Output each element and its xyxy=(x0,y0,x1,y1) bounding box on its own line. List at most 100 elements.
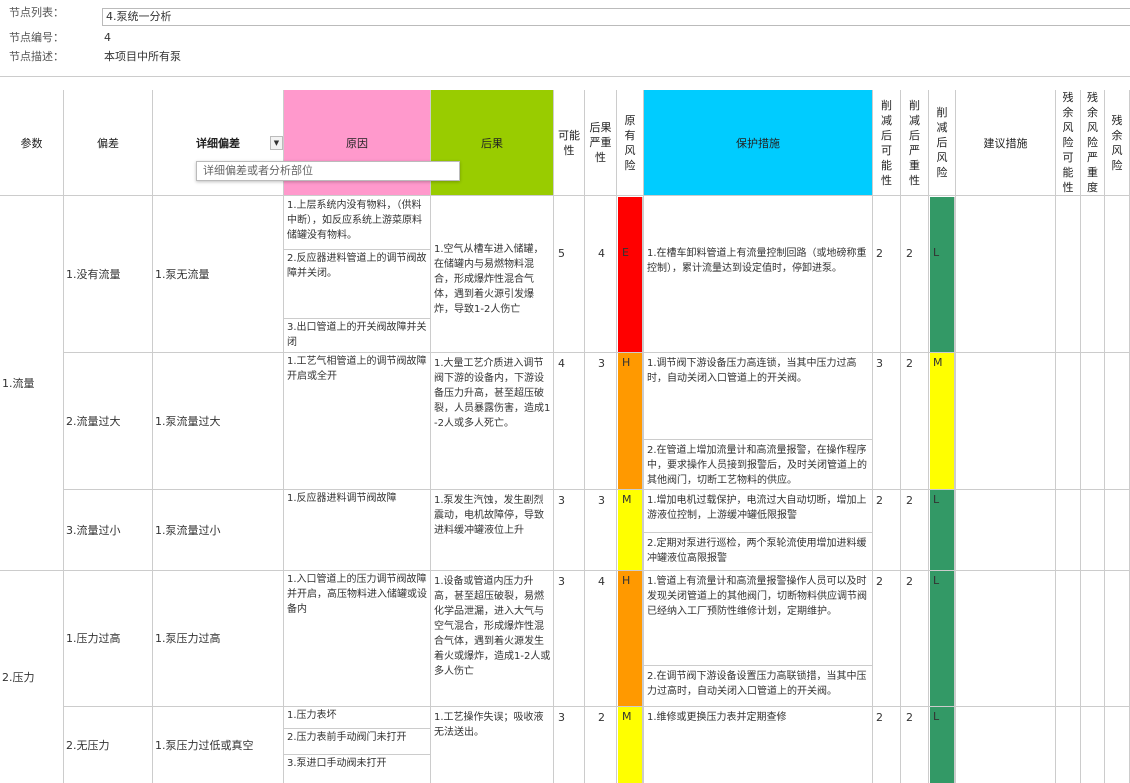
header-original-risk: 原有风险 xyxy=(617,90,644,196)
cause-cell: 3.泵进口手动阀未打开 xyxy=(287,758,387,769)
deviation-cell: 2.无压力 xyxy=(66,738,110,752)
protection-cell: 1.管道上有流量计和高流量报警操作人员可以及时发现关闭管道上的其他阀门，切断物料… xyxy=(647,576,867,617)
reduced-risk-value: L xyxy=(933,493,940,506)
deviation-cell: 2.流量过大 xyxy=(66,414,121,428)
reduced-possibility-value: 2 xyxy=(876,711,883,724)
detail-deviation-cell: 1.泵压力过高 xyxy=(155,632,221,645)
header-consequence-severity: 后果严重性 xyxy=(585,90,617,196)
reduced-possibility-value: 2 xyxy=(876,247,883,260)
node-id-value: 4 xyxy=(104,31,111,44)
column-divider xyxy=(430,196,431,783)
header-residual-possibility: 残余风险可能性 xyxy=(1056,90,1081,196)
consequence-cell: 1.空气从槽车进入储罐，在储罐内与易燃物料混合，形成爆炸性混合气体，遇到着火源引… xyxy=(434,244,544,315)
severity-value: 2 xyxy=(598,711,605,724)
cause-divider xyxy=(284,754,431,755)
column-divider xyxy=(1080,196,1081,783)
cause-divider xyxy=(284,249,431,250)
column-divider xyxy=(1104,196,1105,783)
header-protection: 保护措施 xyxy=(644,90,873,196)
protection-cell: 2.在调节阀下游设备设置压力高联锁措，当其中压力过高时，自动关闭入口管道上的开关… xyxy=(647,671,867,697)
column-divider xyxy=(553,196,554,783)
protection-cell: 2.在管道上增加流量计和高流量报警，在操作程序中，要求操作人员接到报警后，及时关… xyxy=(647,445,867,486)
node-list-label: 节点列表： xyxy=(9,6,64,19)
reduced-severity-value: 2 xyxy=(906,711,913,724)
node-list-row: 节点列表： 4.泵统一分析 xyxy=(0,4,1130,26)
severity-value: 4 xyxy=(598,247,605,260)
cause-cell: 2.反应器进料管道上的调节阀故障并关闭。 xyxy=(287,253,427,279)
cause-cell: 1.上层系统内没有物料，（供料中断），如反应系统上游菜原料储罐没有物料。 xyxy=(287,200,422,241)
header-residual-risk: 残余风险 xyxy=(1105,90,1130,196)
param-cell: 2.压力 xyxy=(2,670,35,684)
reduced-risk-value: L xyxy=(933,574,940,587)
node-info-panel: 节点列表： 4.泵统一分析 节点编号： 4 节点描述： 本项目中所有泵 xyxy=(0,0,1130,80)
reduced-risk-cell xyxy=(930,571,955,706)
possibility-value: 4 xyxy=(558,357,565,370)
severity-value: 4 xyxy=(598,575,605,588)
header-suggestion: 建议措施 xyxy=(956,90,1056,196)
protection-divider xyxy=(644,532,873,533)
reduced-possibility-value: 2 xyxy=(876,575,883,588)
column-divider xyxy=(63,196,64,783)
detail-deviation-dropdown[interactable]: ▼ xyxy=(270,136,283,150)
reduced-severity-value: 2 xyxy=(906,575,913,588)
header-possibility: 可能性 xyxy=(554,90,585,196)
cause-cell: 3.出口管道上的开关阀故障并关闭 xyxy=(287,322,427,348)
reduced-risk-value: L xyxy=(933,246,940,259)
cause-divider xyxy=(284,318,431,319)
original-risk-value: E xyxy=(622,246,629,259)
node-id-label: 节点编号： xyxy=(9,31,64,44)
row-divider xyxy=(64,489,1130,490)
reduced-risk-value: L xyxy=(933,710,940,723)
column-divider xyxy=(872,196,873,783)
possibility-value: 5 xyxy=(558,247,565,260)
header-reduced-possibility: 削减后可能性 xyxy=(873,90,901,196)
column-divider xyxy=(900,196,901,783)
severity-value: 3 xyxy=(598,357,605,370)
detail-deviation-cell: 1.泵流量过小 xyxy=(155,523,221,537)
reduced-risk-cell xyxy=(930,353,955,489)
node-desc-label: 节点描述： xyxy=(9,50,64,63)
consequence-cell: 1.泵发生汽蚀，发生剧烈震动，电机故障停，导致进料缓冲罐液位上升 xyxy=(434,495,544,536)
info-divider xyxy=(0,76,1130,77)
deviation-cell: 3.流量过小 xyxy=(66,523,121,537)
node-desc-row: 节点描述： 本项目中所有泵 xyxy=(0,48,1130,66)
cause-cell: 1.工艺气相管道上的调节阀故障开启或全开 xyxy=(287,356,427,382)
column-divider xyxy=(584,196,585,783)
cause-divider xyxy=(284,728,431,729)
detail-deviation-cell: 1.泵流量过大 xyxy=(155,414,221,428)
reduced-possibility-value: 3 xyxy=(876,357,883,370)
original-risk-value: H xyxy=(622,574,631,587)
severity-value: 3 xyxy=(598,494,605,507)
row-divider xyxy=(64,570,1130,571)
reduced-severity-value: 2 xyxy=(906,357,913,370)
row-divider xyxy=(64,352,1130,353)
node-list-select[interactable]: 4.泵统一分析 xyxy=(102,8,1130,26)
possibility-value: 3 xyxy=(558,494,565,507)
row-divider xyxy=(64,706,1130,707)
cause-cell: 1.入口管道上的压力调节阀故障并开启，高压物料进入储罐或设备内 xyxy=(287,574,427,615)
detail-deviation-input[interactable]: 详细偏差或者分析部位 xyxy=(196,161,460,181)
column-divider xyxy=(152,196,153,783)
column-divider xyxy=(928,196,929,783)
reduced-severity-value: 2 xyxy=(906,494,913,507)
column-divider xyxy=(283,196,284,783)
node-id-row: 节点编号： 4 xyxy=(0,29,1130,47)
protection-cell: 2.定期对泵进行巡检，两个泵轮流使用增加进料缓冲罐液位高限报警 xyxy=(647,538,867,564)
consequence-cell: 1.工艺操作失误；吸收液无法送出。 xyxy=(434,712,544,738)
protection-cell: 1.维修或更换压力表并定期查修 xyxy=(647,712,787,723)
protection-divider xyxy=(644,665,873,666)
header-residual-severity: 残余风险严重度 xyxy=(1081,90,1105,196)
consequence-cell: 1.设备或管道内压力升高，甚至超压破裂，易燃化学品泄漏，进入大气与空气混合，形成… xyxy=(434,576,551,677)
column-divider xyxy=(616,196,617,783)
column-divider xyxy=(1055,196,1056,783)
original-risk-cell xyxy=(618,571,643,706)
reduced-severity-value: 2 xyxy=(906,247,913,260)
detail-deviation-cell: 1.泵无流量 xyxy=(155,268,210,281)
node-desc-value: 本项目中所有泵 xyxy=(104,50,181,63)
deviation-cell: 1.压力过高 xyxy=(66,632,121,645)
original-risk-value: M xyxy=(622,493,632,506)
reduced-risk-cell xyxy=(930,197,955,352)
column-divider xyxy=(643,196,644,783)
protection-cell: 1.在槽车卸料管道上有流量控制回路（或地磅称重控制），累计流量达到设定值时，停卸… xyxy=(647,248,867,274)
header-param: 参数 xyxy=(0,90,64,196)
